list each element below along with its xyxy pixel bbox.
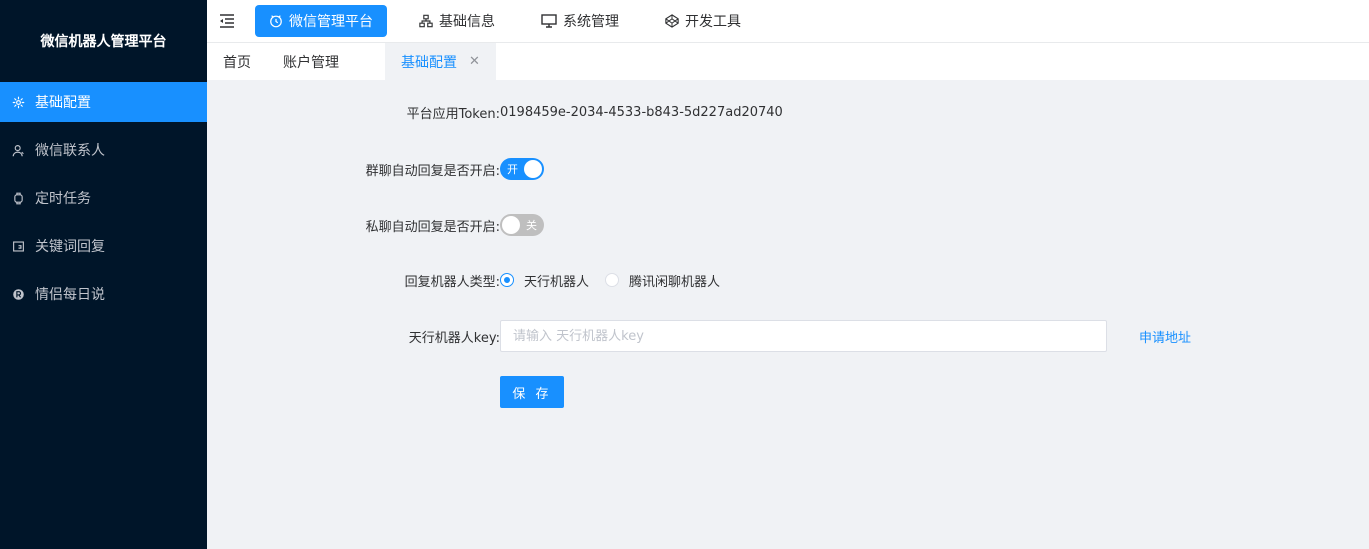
page-tabs: 首页 账户管理 基础配置 ✕ [207, 43, 1369, 80]
sidebar-item-label: 基础配置 [35, 95, 91, 111]
app-title: 微信机器人管理平台 [40, 34, 167, 50]
topnav-dev-tools[interactable]: 开发工具 [651, 5, 755, 37]
monitor-icon [541, 14, 557, 28]
codepen-icon [665, 14, 679, 28]
radio-dot [500, 273, 514, 287]
radio-label: 天行机器人 [524, 274, 590, 290]
robot-key-input[interactable] [500, 320, 1107, 352]
switch-knob [524, 160, 542, 178]
radio-tencent-chat-robot[interactable]: 腾讯闲聊机器人 [605, 271, 720, 290]
close-icon[interactable]: ✕ [469, 54, 480, 69]
sitemap-icon [419, 14, 433, 28]
topnav-basic-info[interactable]: 基础信息 [405, 5, 509, 37]
sidebar-item-label: 情侣每日说 [35, 287, 105, 303]
private-reply-label: 私聊自动回复是否开启: [365, 219, 500, 235]
sidebar-item-label: 关键词回复 [35, 239, 105, 255]
topnav-label: 基础信息 [439, 14, 495, 30]
radio-tianxing-robot[interactable]: 天行机器人 [500, 271, 589, 290]
switch-knob [502, 216, 520, 234]
radio-label: 腾讯闲聊机器人 [629, 274, 721, 290]
robot-type-row: 回复机器人类型: 天行机器人 腾讯闲聊机器人 [207, 270, 736, 290]
registered-icon [11, 287, 25, 301]
switch-off-text: 关 [526, 219, 537, 232]
tab-account-management[interactable]: 账户管理 [267, 43, 355, 80]
menu-fold-icon[interactable] [207, 0, 247, 43]
reply-icon [11, 239, 25, 253]
tab-basic-config[interactable]: 基础配置 ✕ [385, 43, 496, 80]
token-row: 平台应用Token: 0198459e-2034-4533-b843-5d227… [207, 102, 783, 122]
sidebar-item-scheduled-tasks[interactable]: 定时任务 [0, 178, 207, 218]
group-reply-row: 群聊自动回复是否开启: 开 [207, 158, 544, 180]
tab-home[interactable]: 首页 [207, 43, 267, 80]
apply-address-link[interactable]: 申请地址 [1139, 327, 1191, 346]
tab-label: 账户管理 [283, 54, 339, 71]
private-reply-row: 私聊自动回复是否开启: 关 [207, 214, 544, 236]
token-value: 0198459e-2034-4533-b843-5d227ad20740 [500, 104, 783, 120]
topnav-label: 系统管理 [563, 14, 619, 30]
user-icon [11, 143, 25, 157]
watch-icon [11, 191, 25, 205]
gear-icon [11, 95, 25, 109]
robot-type-label: 回复机器人类型: [404, 274, 500, 290]
radio-dot [605, 273, 620, 287]
tab-label: 首页 [223, 54, 251, 71]
sidebar-item-label: 微信联系人 [35, 143, 105, 159]
sidebar: 微信机器人管理平台 基础配置 微信联系人 定时任务 关键词回复 情侣每日说 [0, 0, 207, 549]
save-button[interactable]: 保 存 [500, 376, 564, 408]
robot-key-label: 天行机器人key: [408, 330, 500, 346]
top-bar: 微信管理平台 基础信息 系统管理 开发工具 [207, 0, 1369, 43]
timer-icon [270, 15, 282, 28]
sidebar-item-basic-config[interactable]: 基础配置 [0, 82, 207, 122]
topnav-label: 微信管理平台 [289, 14, 373, 30]
sidebar-item-label: 定时任务 [35, 191, 91, 207]
sidebar-item-contacts[interactable]: 微信联系人 [0, 130, 207, 170]
sidebar-item-couple-daily[interactable]: 情侣每日说 [0, 274, 207, 314]
group-reply-label: 群聊自动回复是否开启: [365, 163, 500, 179]
topnav-wechat-platform[interactable]: 微信管理平台 [255, 5, 387, 37]
token-label: 平台应用Token: [406, 106, 500, 122]
top-nav: 微信管理平台 基础信息 系统管理 开发工具 [255, 0, 773, 43]
sidebar-item-keyword-reply[interactable]: 关键词回复 [0, 226, 207, 266]
group-reply-switch[interactable]: 开 [500, 158, 544, 180]
topnav-label: 开发工具 [685, 14, 741, 30]
switch-on-text: 开 [507, 163, 518, 176]
private-reply-switch[interactable]: 关 [500, 214, 544, 236]
robot-key-row: 天行机器人key: 申请地址 [207, 320, 1191, 352]
main-content: 平台应用Token: 0198459e-2034-4533-b843-5d227… [207, 80, 1369, 549]
tab-label: 基础配置 [401, 54, 457, 71]
topnav-system-management[interactable]: 系统管理 [527, 5, 633, 37]
